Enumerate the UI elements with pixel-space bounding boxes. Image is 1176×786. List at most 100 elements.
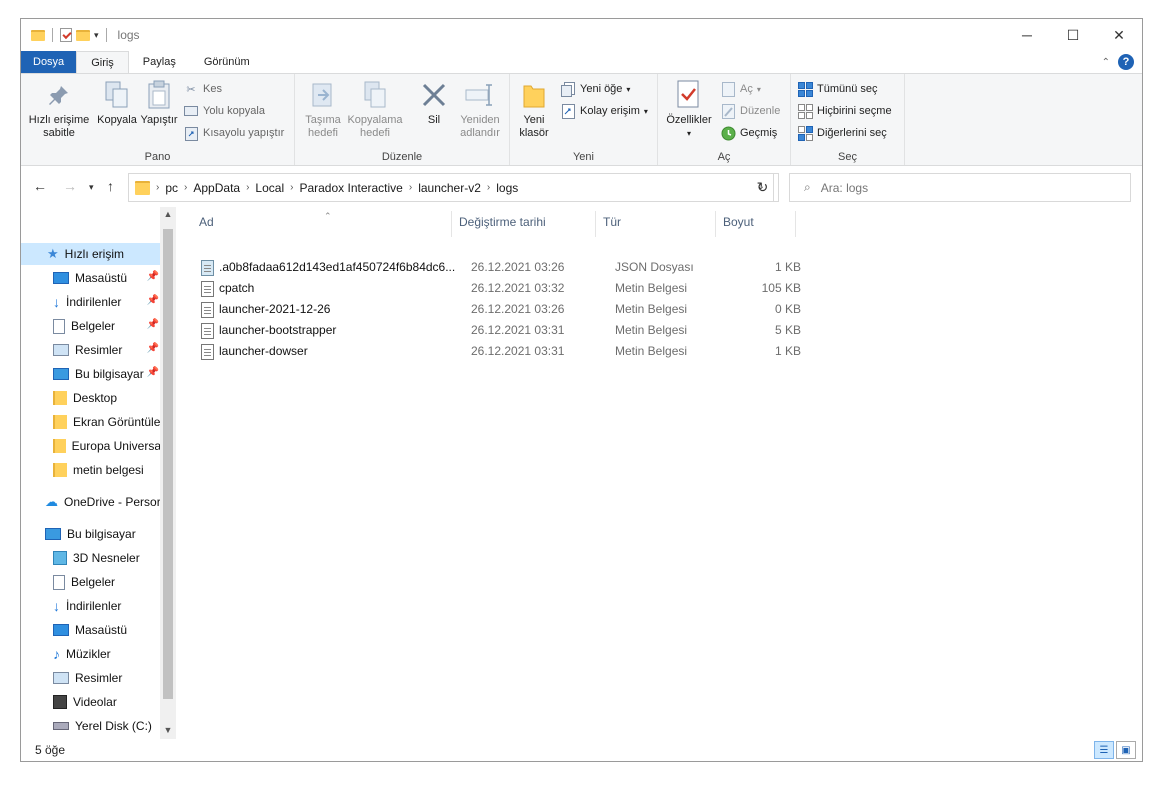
nav-this-pc-item[interactable]: Belgeler <box>21 571 161 593</box>
breadcrumb-launcher[interactable]: launcher-v2 <box>418 181 481 195</box>
easy-access-button[interactable]: Kolay erişim ▾ <box>560 103 648 119</box>
copy-to-button[interactable]: Kopyalama hedefi <box>345 78 405 140</box>
nav-item-label: Videolar <box>73 695 117 709</box>
nav-this-pc-item[interactable]: Videolar <box>21 691 161 713</box>
column-divider[interactable] <box>451 211 452 237</box>
collapse-ribbon-icon[interactable]: ⌃ <box>1102 57 1110 68</box>
recent-locations-chevron-icon[interactable]: ▾ <box>89 182 94 193</box>
copy-to-label: Kopyalama hedefi <box>347 114 403 139</box>
help-icon[interactable]: ? <box>1118 54 1134 70</box>
column-header-name[interactable]: ⌃ Ad <box>199 211 332 237</box>
navigation-scrollbar[interactable]: ▲ ▼ <box>160 207 176 739</box>
ribbon: Hızlı erişime sabitle Kopyala Yapıştır ✂… <box>21 73 1142 166</box>
copy-button[interactable]: Kopyala <box>95 78 139 127</box>
paste-button[interactable]: Yapıştır <box>139 78 179 127</box>
forward-arrow-icon[interactable]: → <box>63 178 77 194</box>
file-type: Metin Belgesi <box>615 344 688 358</box>
edit-button[interactable]: Düzenle <box>720 103 780 119</box>
column-divider[interactable] <box>795 211 796 237</box>
file-row[interactable]: launcher-2021-12-26 26.12.2021 03:26 Metin… <box>199 299 811 320</box>
tab-view[interactable]: Görünüm <box>190 51 264 73</box>
large-icons-view-button[interactable]: ▣ <box>1116 741 1136 759</box>
pin-icon[interactable]: 📌 <box>147 343 159 354</box>
column-divider[interactable] <box>715 211 716 237</box>
column-divider[interactable] <box>595 211 596 237</box>
file-type: Metin Belgesi <box>615 281 688 295</box>
breadcrumb-appdata[interactable]: AppData <box>193 181 240 195</box>
nav-this-pc-item[interactable]: ♪ Müzikler <box>21 643 161 665</box>
open-button[interactable]: Aç ▾ <box>720 81 761 97</box>
breadcrumb-paradox[interactable]: Paradox Interactive <box>299 181 402 195</box>
scroll-up-icon[interactable]: ▲ <box>160 209 176 219</box>
nav-quick-access-item[interactable]: Europa Universa <box>21 435 161 457</box>
file-row[interactable]: cpatch 26.12.2021 03:32 Metin Belgesi 105 K… <box>199 278 811 299</box>
nav-quick-access[interactable]: ★ Hızlı erişim <box>21 243 161 265</box>
nav-this-pc-item[interactable]: Yerel Disk (C:) <box>21 715 161 737</box>
cut-button[interactable]: ✂ Kes <box>183 81 222 97</box>
chevron-right-icon[interactable]: › <box>290 182 293 193</box>
pin-icon[interactable]: 📌 <box>147 319 159 330</box>
column-header-date[interactable]: Değiştirme tarihi <box>459 215 546 237</box>
history-button[interactable]: Geçmiş <box>720 125 777 141</box>
properties-icon[interactable] <box>60 28 72 42</box>
nav-quick-access-item[interactable]: Ekran Görüntüle <box>21 411 161 433</box>
tab-share[interactable]: Paylaş <box>129 51 190 73</box>
breadcrumb-logs[interactable]: logs <box>496 181 518 195</box>
tab-home[interactable]: Giriş <box>76 51 129 73</box>
chevron-right-icon[interactable]: › <box>246 182 249 193</box>
pin-icon[interactable]: 📌 <box>147 367 159 378</box>
file-row[interactable]: .a0b8fadaa612d143ed1af450724f6b84dc6... 2… <box>199 257 811 278</box>
new-folder-icon[interactable] <box>76 29 90 41</box>
nav-quick-access-item[interactable]: Masaüstü 📌 <box>21 267 161 289</box>
select-all-button[interactable]: Tümünü seç <box>797 81 878 97</box>
nav-this-pc-item[interactable]: Masaüstü <box>21 619 161 641</box>
paste-shortcut-button[interactable]: Kısayolu yapıştır <box>183 125 284 141</box>
breadcrumb-pc[interactable]: pc <box>165 181 178 195</box>
nav-quick-access-item[interactable]: ↓ İndirilenler 📌 <box>21 291 161 313</box>
chevron-right-icon[interactable]: › <box>487 182 490 193</box>
nav-quick-access-item[interactable]: Desktop <box>21 387 161 409</box>
refresh-button[interactable]: ↻ <box>747 173 779 202</box>
rename-button[interactable]: Yeniden adlandır <box>455 78 505 140</box>
chevron-right-icon[interactable]: › <box>409 182 412 193</box>
search-input[interactable]: ⌕ Ara: logs <box>789 173 1131 202</box>
minimize-button[interactable]: ─ <box>1004 19 1050 51</box>
file-row[interactable]: launcher-dowser 26.12.2021 03:31 Metin Bel… <box>199 341 811 362</box>
delete-button[interactable]: Sil <box>419 78 449 127</box>
pin-icon[interactable]: 📌 <box>147 295 159 306</box>
nav-onedrive[interactable]: ☁ OneDrive - Persor <box>21 491 161 513</box>
column-header-type[interactable]: Tür <box>603 215 621 237</box>
new-folder-button[interactable]: Yeni klasör <box>516 78 552 140</box>
nav-quick-access-item[interactable]: Belgeler 📌 <box>21 315 161 337</box>
invert-selection-button[interactable]: Diğerlerini seç <box>797 125 887 141</box>
nav-this-pc-item[interactable]: Resimler <box>21 667 161 689</box>
nav-quick-access-item[interactable]: Resimler 📌 <box>21 339 161 361</box>
column-header-size[interactable]: Boyut <box>723 215 754 237</box>
customize-toolbar-dropdown-icon[interactable]: ▾ <box>94 30 99 41</box>
up-arrow-icon[interactable]: ↑ <box>107 178 114 194</box>
properties-button[interactable]: Özellikler ▾ <box>662 78 716 140</box>
copy-path-button[interactable]: Yolu kopyala <box>183 103 265 119</box>
back-arrow-icon[interactable]: ← <box>33 178 47 194</box>
breadcrumb-local[interactable]: Local <box>255 181 284 195</box>
nav-quick-access-item[interactable]: Bu bilgisayar 📌 <box>21 363 161 385</box>
chevron-right-icon[interactable]: › <box>156 182 159 193</box>
pin-icon[interactable]: 📌 <box>147 271 159 282</box>
nav-this-pc-item[interactable]: ↓ İndirilenler <box>21 595 161 617</box>
tab-file[interactable]: Dosya <box>21 51 77 73</box>
file-row[interactable]: launcher-bootstrapper 26.12.2021 03:31 Met… <box>199 320 811 341</box>
address-bar[interactable]: › pc › AppData › Local › Paradox Interac… <box>128 173 774 202</box>
nav-this-pc[interactable]: Bu bilgisayar <box>21 523 161 545</box>
scrollbar-thumb[interactable] <box>163 229 173 699</box>
move-to-button[interactable]: Taşıma hedefi <box>301 78 345 140</box>
close-button[interactable]: ✕ <box>1096 19 1142 51</box>
maximize-button[interactable]: ☐ <box>1050 19 1096 51</box>
pin-quick-access-button[interactable]: Hızlı erişime sabitle <box>27 78 91 140</box>
nav-this-pc-item[interactable]: 3D Nesneler <box>21 547 161 569</box>
new-item-button[interactable]: Yeni öğe ▾ <box>560 81 630 97</box>
chevron-right-icon[interactable]: › <box>184 182 187 193</box>
nav-quick-access-item[interactable]: metin belgesi <box>21 459 161 481</box>
select-none-button[interactable]: Hiçbirini seçme <box>797 103 892 119</box>
details-view-button[interactable]: ☰ <box>1094 741 1114 759</box>
scroll-down-icon[interactable]: ▼ <box>160 725 176 735</box>
